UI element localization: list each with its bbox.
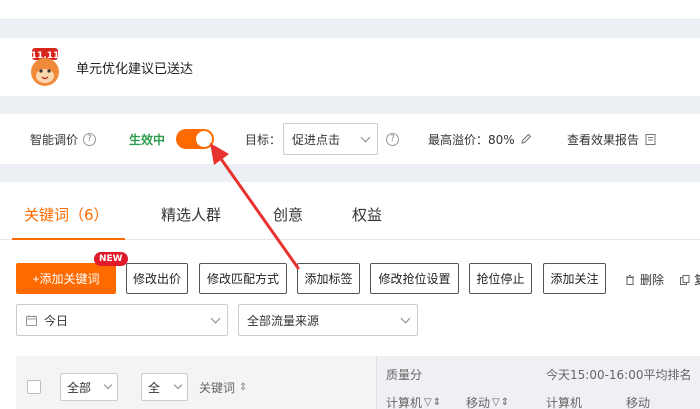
date-filter-content: 今日 — [25, 312, 68, 329]
delete-label: 删除 — [640, 273, 665, 287]
new-badge: NEW — [94, 252, 128, 266]
help-icon[interactable]: ? — [83, 132, 97, 146]
quality-pc-label: 计算机 — [386, 396, 423, 409]
rank-pc-header: 计算机 — [546, 396, 583, 409]
smart-bid-toggle-wrap — [176, 129, 214, 149]
copy-icon — [680, 274, 690, 285]
sort-icon: ⇕ — [500, 397, 510, 408]
add-tag-button[interactable]: 添加标签 — [297, 263, 360, 294]
report-link-group[interactable]: 查看效果报告 — [567, 131, 657, 148]
quality-mobile-header[interactable]: 移动 ▽ ⇕ — [466, 394, 509, 409]
keyword-column-label: 关键词 — [199, 381, 236, 395]
smart-bid-label: 智能调价 — [30, 132, 79, 147]
select-all-checkbox[interactable] — [27, 380, 41, 394]
chevron-down-icon — [210, 313, 221, 323]
unit-detail-panel: 关键词（6） 精选人群 创意 权益 +添加关键词 NEW 修改出价 修改匹配方式… — [0, 182, 700, 409]
filter-funnel-icon: ▽ — [492, 397, 500, 408]
chevron-down-icon — [173, 380, 183, 390]
goal-group: 目标： 促进点击 ? — [245, 123, 400, 155]
quality-mobile-label: 移动 — [466, 396, 491, 409]
copy-label: 复 — [694, 271, 700, 288]
help-icon[interactable]: ? — [386, 132, 400, 146]
status-filter-select[interactable]: 全部 — [60, 373, 118, 401]
delete-action[interactable]: 删除 — [624, 271, 664, 288]
edit-match-button[interactable]: 修改匹配方式 — [199, 263, 287, 294]
stop-grab-button[interactable]: 抢位停止 — [469, 263, 532, 294]
top-panel-strip — [0, 0, 700, 20]
copy-action[interactable]: 复 — [679, 271, 700, 288]
sort-icon: ⇕ — [239, 382, 248, 393]
status-text: 生效中 — [129, 132, 166, 147]
traffic-source-select[interactable]: 全部流量来源 — [238, 304, 418, 336]
chevron-down-icon — [360, 132, 371, 142]
smart-bid-label-group: 智能调价 ? — [30, 131, 97, 148]
match-filter-select[interactable]: 全 — [141, 373, 188, 401]
edit-bid-button[interactable]: 修改出价 — [126, 263, 188, 294]
status-group: 生效中 — [129, 131, 165, 148]
max-premium-group: 最高溢价：80% — [428, 131, 533, 148]
rank-mobile-header: 移动 — [626, 396, 651, 409]
keyword-column-header[interactable]: 关键词 ⇕ — [199, 379, 247, 396]
edit-grab-button[interactable]: 修改抢位设置 — [370, 263, 459, 294]
quality-score-header: 质量分 — [386, 368, 423, 382]
chevron-down-icon — [400, 313, 411, 323]
add-keyword-button[interactable]: +添加关键词 — [16, 263, 116, 294]
status-filter-value: 全部 — [67, 380, 92, 395]
smart-bid-toggle[interactable] — [176, 129, 214, 149]
goal-label: 目标： — [245, 132, 282, 147]
toggle-knob — [196, 131, 212, 147]
traffic-source-value: 全部流量来源 — [247, 313, 320, 328]
active-tab-indicator — [12, 238, 125, 240]
max-premium-label: 最高溢价：80% — [428, 132, 515, 147]
tab-creative[interactable]: 创意 — [273, 204, 303, 225]
date-filter-select[interactable]: 今日 — [16, 304, 228, 336]
tab-benefits[interactable]: 权益 — [352, 204, 382, 225]
sort-icon: ⇕ — [432, 397, 442, 408]
date-filter-value: 今日 — [44, 313, 69, 328]
trash-icon — [626, 274, 634, 285]
notice-text: 单元优化建议已送达 — [76, 61, 194, 77]
report-link[interactable]: 查看效果报告 — [567, 131, 639, 148]
tab-bar: 关键词（6） 精选人群 创意 权益 — [0, 182, 700, 240]
rank-header: 今天15:00-16:00平均排名 — [546, 368, 692, 382]
report-icon — [645, 133, 656, 145]
edit-pencil-icon[interactable] — [519, 132, 533, 146]
notice-bar: 11.11 单元优化建议已送达 — [0, 38, 700, 96]
mascot-11-11-icon: 11.11 — [24, 46, 66, 88]
tab-audience[interactable]: 精选人群 — [161, 204, 221, 225]
filter-funnel-icon: ▽ — [424, 397, 432, 408]
goal-select-value: 促进点击 — [292, 132, 341, 147]
chevron-down-icon — [103, 380, 113, 390]
quality-pc-header[interactable]: 计算机 ▽ ⇕ — [386, 394, 441, 409]
smart-bid-settings: 智能调价 ? 生效中 目标： 促进点击 ? 最高溢价：80% 查看效果报告 — [0, 114, 700, 164]
calendar-icon — [26, 314, 37, 326]
tab-keywords[interactable]: 关键词（6） — [24, 204, 109, 225]
add-follow-button[interactable]: 添加关注 — [543, 263, 606, 294]
goal-select[interactable]: 促进点击 — [283, 123, 379, 155]
match-filter-value: 全 — [148, 380, 161, 395]
